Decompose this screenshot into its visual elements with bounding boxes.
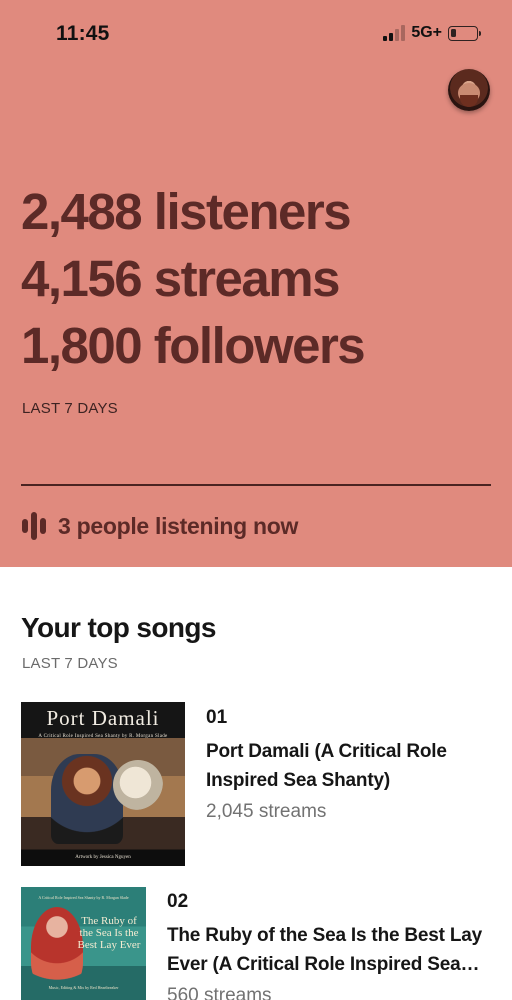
profile-avatar[interactable] xyxy=(448,69,490,111)
song-streams: 560 streams xyxy=(167,985,272,1000)
top-songs-period: LAST 7 DAYS xyxy=(22,655,118,672)
artwork-title: The Ruby of the Sea Is the Best Lay Ever xyxy=(77,915,141,951)
cellular-signal-icon xyxy=(383,25,406,41)
status-indicators: 5G+ xyxy=(383,24,481,42)
song-info: 01 Port Damali (A Critical Role Inspired… xyxy=(206,707,491,866)
song-title: The Ruby of the Sea Is the Best Lay Ever… xyxy=(167,925,483,975)
artwork-credit: Artwork by Jessica Nguyen xyxy=(75,855,131,860)
artwork-subtitle: A Critical Role Inspired Sea Shanty by R… xyxy=(38,895,129,900)
status-bar: 11:45 5G+ xyxy=(0,0,512,70)
hero-divider xyxy=(21,484,491,486)
listeners-stat: 2,488 listeners xyxy=(21,183,352,240)
artwork-mermaid-figure xyxy=(31,907,83,987)
network-type: 5G+ xyxy=(411,24,442,41)
artwork-dog-figure xyxy=(113,760,163,810)
top-song-row[interactable]: Port Damali A Critical Role Inspired Sea… xyxy=(21,702,491,866)
stats-period-label: LAST 7 DAYS xyxy=(22,400,118,417)
artwork-title: Port Damali xyxy=(46,706,160,730)
song-rank: 01 xyxy=(206,707,228,728)
followers-stat: 1,800 followers xyxy=(21,317,366,374)
battery-icon xyxy=(448,25,481,41)
song-artwork: A Critical Role Inspired Sea Shanty by R… xyxy=(21,887,146,1000)
battery-level xyxy=(451,28,456,37)
artwork-credit: Music, Editing & Mix by Red Heartbreaker xyxy=(48,985,119,990)
top-songs-title: Your top songs xyxy=(21,612,216,643)
status-time: 11:45 xyxy=(56,22,110,45)
listening-now-link[interactable]: 3 people listening now xyxy=(22,511,298,541)
song-rank: 02 xyxy=(167,891,189,912)
stats-hero: 11:45 5G+ 2,488 listeners 4,156 streams … xyxy=(0,0,512,567)
streams-stat: 4,156 streams xyxy=(21,250,340,307)
listening-now-text: 3 people listening now xyxy=(58,512,299,539)
top-song-row[interactable]: A Critical Role Inspired Sea Shanty by R… xyxy=(21,887,487,1000)
song-artwork: Port Damali A Critical Role Inspired Sea… xyxy=(21,702,185,866)
artwork-subtitle: A Critical Role Inspired Sea Shanty by R… xyxy=(38,734,168,739)
song-title: Port Damali (A Critical Role Inspired Se… xyxy=(206,741,447,791)
song-streams: 2,045 streams xyxy=(206,801,327,822)
artwork-pirate-figure xyxy=(51,754,123,844)
live-waveform-icon xyxy=(22,511,46,541)
stats-summary: 2,488 listeners 4,156 streams 1,800 foll… xyxy=(21,178,366,379)
song-info: 02 The Ruby of the Sea Is the Best Lay E… xyxy=(167,891,487,1000)
